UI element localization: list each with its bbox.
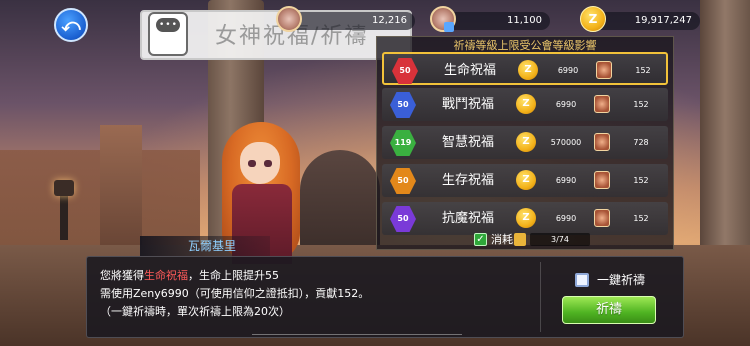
blessing-name: 抗魔祝福: [442, 211, 495, 226]
dialog-text: 您將獲得: [100, 269, 144, 282]
blessing-cost: 570000: [550, 138, 582, 147]
blessing-cost: 6990: [557, 66, 579, 75]
contribution-medal-icon: [594, 133, 610, 151]
zeny-coin-icon: Z: [516, 170, 536, 190]
consume-count: 3/74: [551, 235, 569, 244]
dialog-text: ，生命上限提升55: [188, 269, 279, 282]
currency-locked-medal-value: 11,100: [440, 12, 550, 30]
faith-proof-item-icon: [514, 233, 526, 246]
blessing-cost: 6990: [555, 176, 577, 185]
contribution-medal-icon: [596, 61, 612, 79]
blessing-level-badge: 50: [390, 168, 416, 194]
blessing-contribution: 152: [635, 66, 651, 75]
background-statue: [300, 150, 380, 250]
blessing-row-battle[interactable]: 50 戰鬥祝福 Z 6990 152: [382, 88, 668, 121]
contribution-medal-icon: [594, 171, 610, 189]
character-eye: [248, 160, 256, 167]
auto-pray-checkbox[interactable]: [575, 273, 589, 287]
pray-button[interactable]: 祈禱: [562, 296, 656, 324]
blessing-cost: 6990: [555, 214, 577, 223]
dialog-highlight-blessing: 生命祝福: [144, 269, 188, 282]
zeny-coin-icon: Z: [516, 94, 536, 114]
player-character-face: [240, 142, 280, 184]
zeny-coin-icon: Z: [580, 6, 606, 32]
dialog-line-2: 需使用Zeny6990（可使用信仰之證抵扣），貢獻152。: [100, 287, 370, 300]
dialog-divider: [540, 262, 541, 332]
blessing-name: 生存祝福: [442, 173, 495, 188]
blessing-level-badge: 50: [390, 92, 416, 118]
dialog-line-3: （一鍵祈禱時，單次祈禱上限為20次）: [100, 305, 290, 318]
medal-icon: [276, 6, 302, 32]
zeny-coin-icon: Z: [516, 208, 536, 228]
blessing-contribution: 152: [633, 100, 649, 109]
blessing-cost: 6990: [555, 100, 577, 109]
dialog-line-1: 您將獲得生命祝福，生命上限提升55: [100, 268, 520, 284]
contribution-medal-icon: [594, 209, 610, 227]
lock-icon: [444, 22, 454, 32]
blessing-level-badge: 50: [390, 206, 416, 232]
consume-checkbox[interactable]: ✓: [474, 233, 487, 246]
blessing-row-survival[interactable]: 50 生存祝福 Z 6990 152: [382, 164, 668, 197]
dialog-scrollbar[interactable]: [252, 334, 462, 335]
zeny-coin-icon: Z: [516, 132, 536, 152]
back-arrow-icon: ⤺: [61, 14, 81, 36]
blessing-level-badge: 50: [392, 58, 418, 84]
blessing-name: 智慧祝福: [442, 135, 495, 150]
blessing-row-anti-magic[interactable]: 50 抗魔祝福 Z 6990 152: [382, 202, 668, 235]
blessing-row-wisdom[interactable]: 119 智慧祝福 Z 570000 728: [382, 126, 668, 159]
blessing-level-badge: 119: [390, 130, 416, 156]
blessing-contribution: 728: [633, 138, 649, 147]
character-eye: [264, 160, 272, 167]
blessing-row-life[interactable]: 50 生命祝福 Z 6990 152: [382, 52, 668, 85]
blessing-contribution: 152: [633, 214, 649, 223]
blessing-name: 生命祝福: [444, 63, 497, 78]
contribution-medal-icon: [594, 95, 610, 113]
blessing-name: 戰鬥祝福: [442, 97, 495, 112]
currency-zeny-value: 19,917,247: [590, 12, 700, 30]
npc-name: 瓦爾基里: [188, 239, 237, 253]
back-button[interactable]: ⤺: [54, 8, 88, 42]
background-tower: [100, 125, 142, 245]
zeny-coin-icon: Z: [518, 60, 538, 80]
blessing-contribution: 152: [633, 176, 649, 185]
auto-pray-label: 一鍵祈禱: [597, 273, 646, 287]
street-lamp-icon: [54, 180, 74, 196]
chat-bubble-icon: •••: [148, 12, 188, 56]
